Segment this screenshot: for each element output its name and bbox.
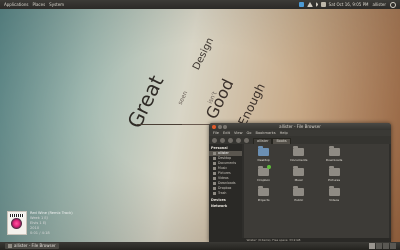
- album-disc-icon: [11, 218, 22, 229]
- file-item-spacer: [352, 148, 387, 162]
- documents-folder-icon: [293, 146, 305, 156]
- bottom-panel: allister - File Browser: [0, 242, 400, 250]
- downloads-icon: [213, 182, 216, 185]
- sidebar-item-label: Trash: [218, 191, 227, 195]
- window-toolbar: allister Books: [209, 136, 391, 145]
- file-item-music[interactable]: Music: [281, 166, 316, 182]
- menu-help[interactable]: Help: [280, 131, 288, 135]
- window-title: allister - File Browser: [279, 124, 321, 129]
- projects-folder-icon: [258, 186, 270, 196]
- file-label: Music: [294, 178, 304, 182]
- album-pattern: [10, 214, 24, 217]
- track-time: 0:01 / 4:18: [30, 231, 50, 235]
- places-sidebar: Personal allister Desktop Documents Musi…: [209, 144, 242, 238]
- downloads-folder-icon: [328, 146, 340, 156]
- workspace-switcher: [368, 243, 396, 249]
- menu-view[interactable]: View: [234, 131, 243, 135]
- top-panel: Applications Places System Sat Oct 16, 9…: [0, 0, 400, 9]
- file-browser-window: allister - File Browser File Edit View G…: [209, 123, 391, 242]
- pictures-folder-icon: [328, 166, 340, 176]
- taskbar-button-label: allister - File Browser: [14, 243, 56, 248]
- file-item-desktop[interactable]: Desktop: [246, 146, 281, 162]
- public-folder-icon: [293, 186, 305, 196]
- desktop-icon: [213, 157, 216, 160]
- sidebar-heading-personal: Personal: [211, 146, 228, 150]
- music-info: Red Wine (Remix Track) Week 1 EJ Elvis 1…: [30, 211, 73, 236]
- forward-icon[interactable]: [220, 137, 225, 143]
- menu-system[interactable]: System: [49, 0, 64, 9]
- menu-places[interactable]: Places: [32, 0, 45, 9]
- trash-icon: [213, 192, 216, 195]
- back-icon[interactable]: [212, 137, 217, 143]
- home-icon[interactable]: [244, 137, 249, 143]
- power-icon[interactable]: [390, 1, 396, 8]
- workspace-1[interactable]: [369, 243, 375, 249]
- battery-icon[interactable]: [320, 2, 326, 7]
- file-item-pictures[interactable]: Pictures: [317, 166, 352, 182]
- taskbar-button-file-browser[interactable]: allister - File Browser: [5, 243, 59, 249]
- file-item-videos[interactable]: Videos: [317, 186, 352, 202]
- file-item-dropbox[interactable]: Dropbox: [246, 165, 281, 182]
- file-label: Projects: [257, 198, 270, 202]
- file-label: Dropbox: [257, 178, 270, 182]
- up-icon[interactable]: [228, 137, 233, 143]
- file-label: Downloads: [325, 158, 343, 162]
- file-item-public[interactable]: Public: [281, 186, 316, 202]
- path-bar: allister Books: [253, 137, 291, 145]
- menu-bookmarks[interactable]: Bookmarks: [256, 131, 276, 135]
- clock[interactable]: Sat Oct 16, 9:05 PM: [329, 2, 369, 7]
- sidebar-item-trash[interactable]: Trash: [209, 191, 242, 196]
- videos-folder-icon: [328, 186, 340, 196]
- file-label: Documents: [290, 158, 308, 162]
- menu-applications[interactable]: Applications: [4, 0, 28, 9]
- network-icon[interactable]: [306, 2, 313, 7]
- folder-icon: [8, 244, 12, 248]
- home-folder-icon: [213, 152, 216, 155]
- file-grid: Desktop Documents Downloads Dropbox Musi…: [244, 144, 389, 206]
- videos-icon: [213, 177, 216, 180]
- documents-icon: [213, 162, 216, 165]
- sidebar-heading-devices: Devices: [211, 198, 226, 202]
- reload-icon[interactable]: [236, 137, 241, 143]
- sidebar-heading-network: Network: [211, 204, 228, 208]
- desktop-folder-icon: [258, 146, 270, 156]
- window-titlebar[interactable]: allister - File Browser: [209, 123, 391, 130]
- file-view: Desktop Documents Downloads Dropbox Musi…: [244, 144, 389, 238]
- system-tray: Sat Oct 16, 9:05 PM allister: [298, 0, 400, 9]
- menu-file[interactable]: File: [213, 131, 219, 135]
- messaging-icon[interactable]: [298, 2, 304, 7]
- music-folder-icon: [293, 166, 305, 176]
- album-art: [7, 211, 27, 235]
- file-label: Pictures: [328, 178, 341, 182]
- file-item-spacer: [352, 168, 387, 182]
- file-item-downloads[interactable]: Downloads: [317, 146, 352, 162]
- menu-go[interactable]: Go: [247, 131, 252, 135]
- workspace-4[interactable]: [390, 243, 396, 249]
- file-label: Desktop: [257, 158, 270, 162]
- pictures-icon: [213, 172, 216, 175]
- file-item-projects[interactable]: Projects: [246, 186, 281, 202]
- file-label: Videos: [329, 198, 340, 202]
- user-name[interactable]: allister: [372, 2, 386, 7]
- workspace-2[interactable]: [376, 243, 382, 249]
- file-label: Public: [294, 198, 304, 202]
- file-item-documents[interactable]: Documents: [281, 146, 316, 162]
- dropbox-icon: [213, 187, 216, 190]
- workspace-3[interactable]: [383, 243, 389, 249]
- volume-icon[interactable]: [315, 2, 318, 7]
- dropbox-folder-icon: [258, 165, 272, 176]
- music-icon: [213, 167, 216, 170]
- menu-edit[interactable]: Edit: [223, 131, 230, 135]
